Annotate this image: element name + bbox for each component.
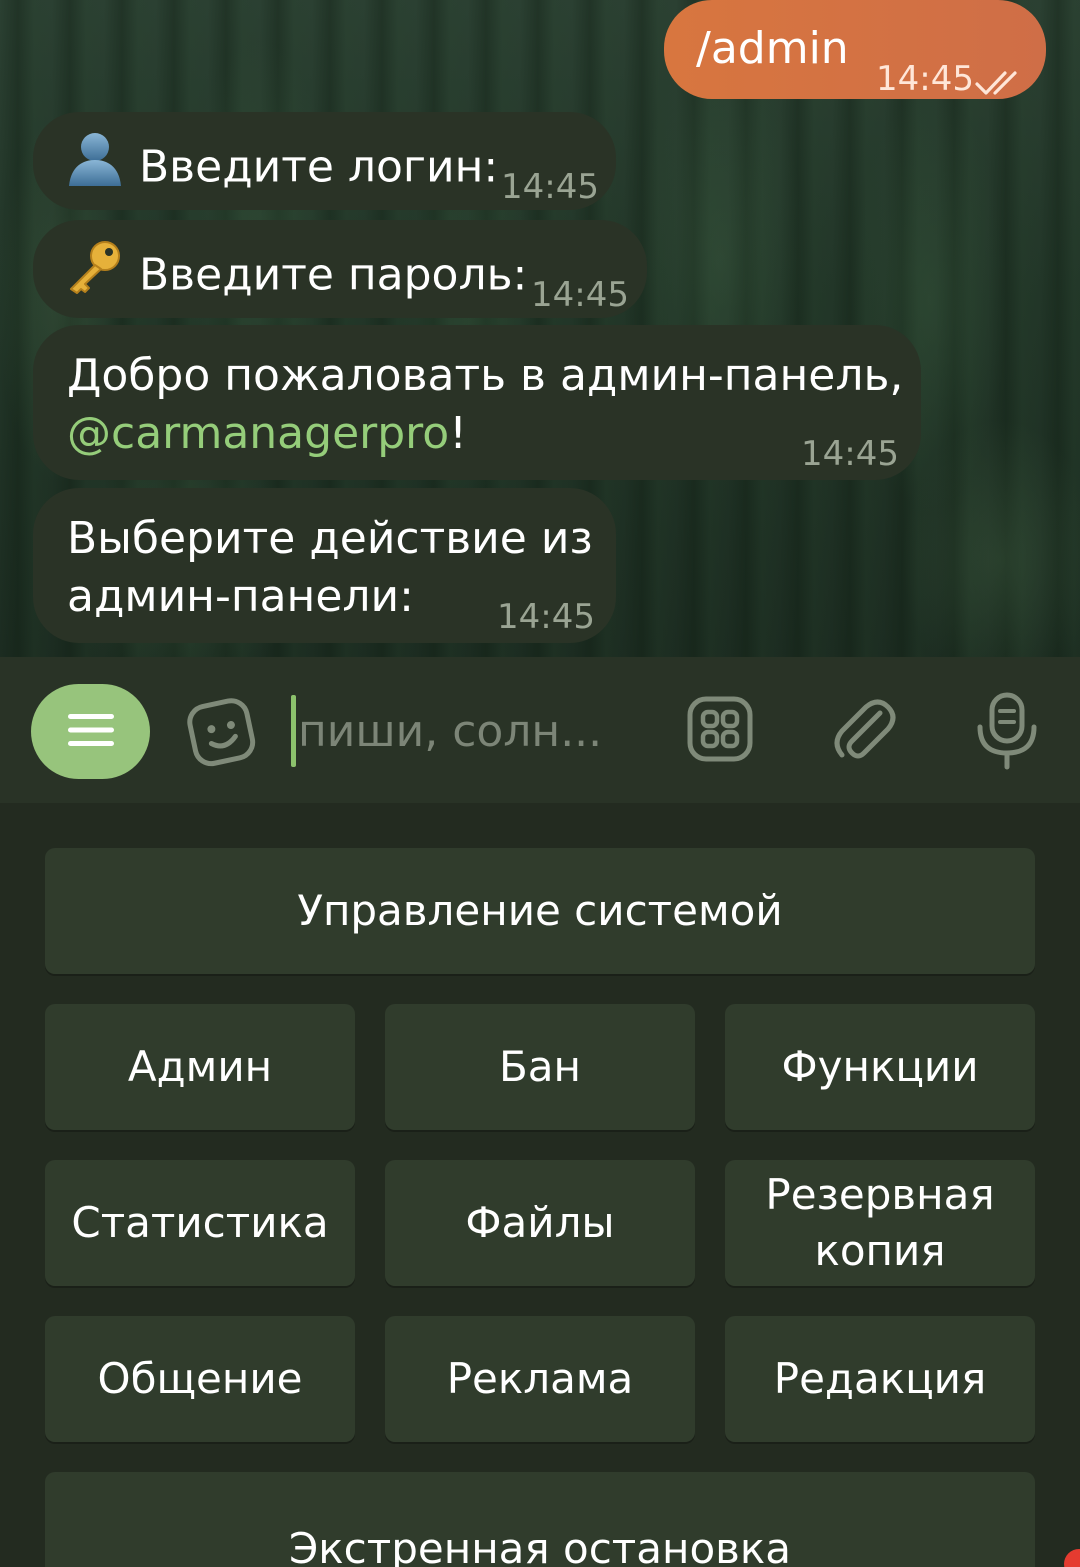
keyboard-button-ban[interactable]: Бан [385,1004,695,1130]
keyboard-button-backup-line2: копия [814,1226,946,1275]
chat-area[interactable]: /admin 14:45 Введите логин: 14:45 Введит… [0,0,1080,657]
message-text: Введите пароль: [139,249,528,301]
bot-reply-keyboard: Управление системой Админ Бан Функции Ст… [0,803,1080,1567]
message-text: Введите логин: [139,141,499,193]
text-caret [291,695,296,767]
menu-icon [66,710,116,754]
message-time: 14:45 [876,59,974,99]
keyboard-button-emergency-stop[interactable]: Экстренная остановка [45,1472,1035,1567]
microphone-icon[interactable] [974,691,1040,775]
bot-menu-button[interactable] [31,684,150,779]
message-body: Введите логин: [65,133,499,205]
message-time: 14:45 [501,167,599,207]
message-input[interactable] [298,697,658,765]
bot-commands-icon[interactable] [686,695,754,767]
keyboard-button-advertising[interactable]: Реклама [385,1316,695,1442]
username-mention[interactable]: @carmanagerpro [67,408,449,459]
double-check-icon [975,54,1025,112]
message-text-line2: админ-панели: [67,571,414,622]
keyboard-button-communication[interactable]: Общение [45,1316,355,1442]
bust-silhouette-icon [65,130,125,201]
keyboard-button-editorial[interactable]: Редакция [725,1316,1035,1442]
key-icon [65,238,125,309]
keyboard-button-statistics[interactable]: Статистика [45,1160,355,1286]
keyboard-button-files[interactable]: Файлы [385,1160,695,1286]
keyboard-button-backup-line1: Резервная [765,1170,995,1219]
incoming-message[interactable]: Выберите действие из админ-панели: 14:45 [33,488,616,643]
keyboard-button-backup[interactable]: Резервная копия [725,1160,1035,1286]
keyboard-button-emergency-stop-label: Экстренная остановка [288,1524,792,1567]
message-text: Выберите действие из [67,513,593,564]
incoming-message[interactable]: Добро пожаловать в админ-панель, @carman… [33,325,921,480]
message-body: @carmanagerpro! [67,405,467,463]
attach-icon[interactable] [830,695,898,771]
incoming-message[interactable]: Введите пароль: 14:45 [33,220,647,318]
message-time: 14:45 [801,434,899,474]
message-time: 14:45 [497,597,595,637]
sticker-icon[interactable] [184,693,260,773]
message-text: Добро пожаловать в админ-панель, [67,350,904,401]
incoming-message[interactable]: Введите логин: 14:45 [33,112,616,210]
message-suffix: ! [449,408,467,459]
keyboard-button-system-management[interactable]: Управление системой [45,848,1035,974]
outgoing-message[interactable]: /admin 14:45 [664,0,1046,99]
message-time: 14:45 [531,275,629,315]
message-text: /admin [696,23,849,74]
message-body: Введите пароль: [65,241,528,313]
message-input-bar [0,657,1080,803]
keyboard-button-admin[interactable]: Админ [45,1004,355,1130]
keyboard-button-functions[interactable]: Функции [725,1004,1035,1130]
